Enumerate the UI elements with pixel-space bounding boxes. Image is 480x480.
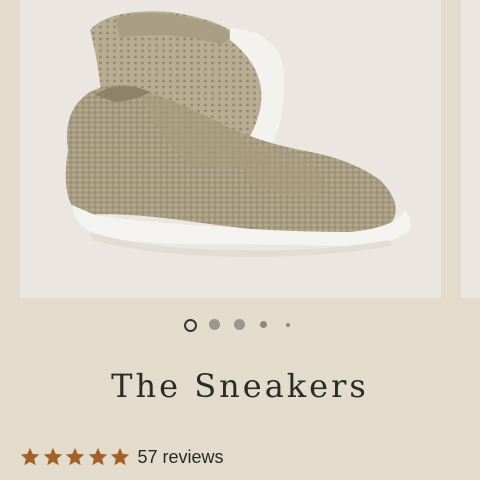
pagination-dot[interactable] xyxy=(234,319,245,330)
product-rating[interactable]: 57 reviews xyxy=(19,444,224,470)
pagination-dot[interactable] xyxy=(286,323,290,327)
star-icon xyxy=(65,447,85,466)
star-rating xyxy=(19,446,132,468)
pagination-dot[interactable] xyxy=(209,319,220,330)
reviews-link[interactable]: 57 reviews xyxy=(138,447,224,468)
next-slide-peek[interactable] xyxy=(461,0,480,298)
sneakers-image xyxy=(65,11,411,258)
product-image-carousel[interactable] xyxy=(0,0,480,300)
product-image-slide[interactable] xyxy=(20,0,441,298)
carousel-pagination xyxy=(0,319,480,332)
product-title: The Sneakers xyxy=(111,367,369,405)
pagination-dot-active[interactable] xyxy=(184,319,197,332)
star-icon xyxy=(20,447,40,466)
star-icon xyxy=(110,447,130,466)
star-icon xyxy=(43,447,62,466)
star-icon xyxy=(88,447,107,466)
pagination-dot[interactable] xyxy=(260,321,267,328)
